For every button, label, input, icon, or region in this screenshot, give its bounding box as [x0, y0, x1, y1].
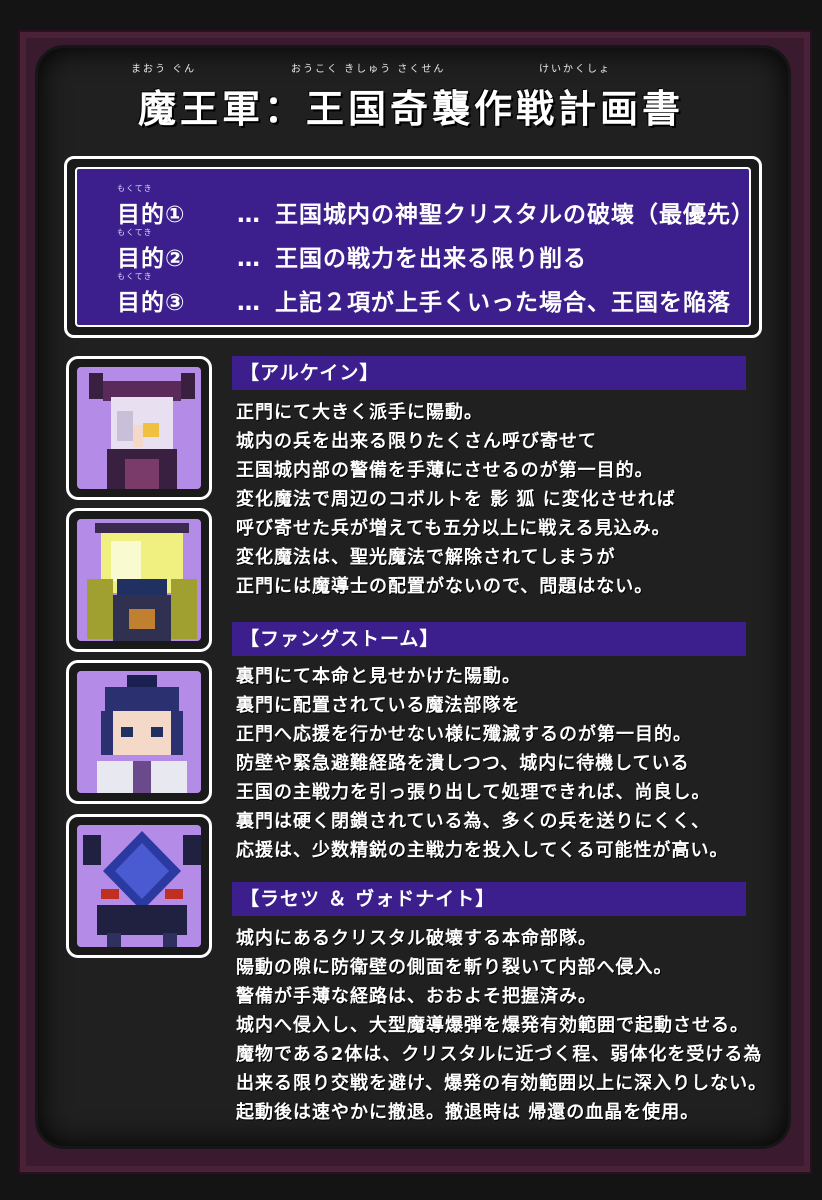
objective-2: 目的② … 王国の戦力を出来る限り削る [117, 239, 587, 273]
title-ruby-2: おうこく きしゅう さくせん [291, 64, 446, 75]
desc-line: 呼び寄せた兵が増えても五分以上に戦える見込み。 [236, 518, 671, 539]
section-body-rasetsu-vodknight: 城内にあるクリスタル破壊する本命部隊。 陽動の隙に防衛壁の側面を斬り裂いて内部へ… [236, 924, 776, 1127]
desc-line: 応援は、少数精鋭の主戦力を投入してくる可能性が高い。 [236, 840, 729, 861]
objectives-inner: もくてき 目的① … 王国城内の神聖クリスタルの破壊（最優先） もくてき 目的② … 王… [75, 167, 754, 327]
desc-line: 城内の兵を出来る限りたくさん呼び寄せて [236, 431, 597, 452]
title-ruby-3: けいかくしょ [539, 64, 611, 75]
objective-label: 目的② [117, 246, 186, 272]
yellow-armored-knight-icon [77, 519, 201, 641]
desc-line: 裏門にて本命と見せかけた陽動。 [236, 666, 521, 687]
desc-line: 魔物である2体は、クリスタルに近づく程、弱体化を受ける為 [236, 1044, 763, 1065]
desc-line: 正門へ応援を行かせない様に殲滅するのが第一目的。 [236, 724, 692, 745]
title-ruby: まおう ぐん おうこく きしゅう さくせん けいかくしょ [131, 60, 691, 75]
desc-line: 正門には魔導士の配置がないので、問題はない。 [236, 576, 654, 597]
objective-dots: … [237, 202, 261, 228]
section-body-arcane: 正門にて大きく派手に陽動。 城内の兵を出来る限りたくさん呼び寄せて 王国城内部の… [236, 398, 776, 601]
portrait-vodknight [66, 814, 212, 958]
desc-line: 陽動の隙に防衛壁の側面を斬り裂いて内部へ侵入。 [236, 957, 673, 978]
objectives-box: もくてき 目的① … 王国城内の神聖クリスタルの破壊（最優先） もくてき 目的② … 王… [64, 156, 762, 338]
section-header-fangstorm: 【ファングストーム】 [232, 622, 746, 656]
blue-haired-girl-icon [77, 671, 201, 793]
section-header-arcane: 【アルケイン】 [232, 356, 746, 390]
section-header-rasetsu-vodknight: 【ラセツ ＆ ヴォドナイト】 [232, 882, 746, 916]
blue-crystal-demon-icon [77, 825, 201, 947]
desc-line: 王国城内部の警備を手薄にさせるのが第一目的。 [236, 460, 654, 481]
objective-text: 王国の戦力を出来る限り削る [275, 246, 587, 272]
portrait-rasetsu [66, 660, 212, 804]
title-block: まおう ぐん おうこく きしゅう さくせん けいかくしょ 魔王軍：王国奇襲作戦計… [0, 60, 822, 133]
objective-3: 目的③ … 上記２項が上手くいった場合、王国を陥落 [117, 283, 731, 317]
objective-1: 目的① … 王国城内の神聖クリスタルの破壊（最優先） [117, 195, 755, 229]
desc-line: 裏門は硬く閉鎖されている為、多くの兵を送りにくく、 [236, 811, 711, 832]
title-ruby-1: まおう ぐん [131, 64, 197, 75]
objective-dots: … [237, 246, 261, 272]
desc-line: 裏門に配置されている魔法部隊を [236, 695, 521, 716]
objective-label: 目的① [117, 202, 186, 228]
desc-line: 防壁や緊急避難経路を潰しつつ、城内に待機している [236, 753, 690, 774]
portrait-fangstorm [66, 508, 212, 652]
objective-ruby-1: もくてき [117, 184, 153, 193]
desc-line: 出来る限り交戦を避け、爆発の有効範囲以上に深入りしない。 [236, 1073, 768, 1094]
desc-line: 正門にて大きく派手に陽動。 [236, 402, 483, 423]
desc-line: 警備が手薄な経路は、おおよそ把握済み。 [236, 986, 597, 1007]
objective-text: 上記２項が上手くいった場合、王国を陥落 [275, 290, 731, 316]
desc-line: 城内へ侵入し、大型魔導爆弾を爆発有効範囲で起動させる。 [236, 1015, 749, 1036]
desc-line: 城内にあるクリスタル破壊する本命部隊。 [236, 928, 597, 949]
white-haired-horned-girl-icon [77, 367, 201, 489]
portrait-arcane [66, 356, 212, 500]
desc-line: 起動後は速やかに撤退。撤退時は 帰還の血晶を使用。 [236, 1102, 700, 1123]
section-body-fangstorm: 裏門にて本命と見せかけた陽動。 裏門に配置されている魔法部隊を 正門へ応援を行か… [236, 662, 776, 865]
objective-dots: … [237, 290, 261, 316]
objective-ruby-3: もくてき [117, 272, 153, 281]
page-title: 魔王軍：王国奇襲作戦計画書 [137, 87, 684, 131]
desc-line: 王国の主戦力を引っ張り出して処理できれば、尚良し。 [236, 782, 711, 803]
objective-text: 王国城内の神聖クリスタルの破壊（最優先） [275, 202, 755, 228]
desc-line: 変化魔法で周辺のコボルトを 影 狐 に変化させれば [236, 489, 676, 510]
objective-ruby-2: もくてき [117, 228, 153, 237]
desc-line: 変化魔法は、聖光魔法で解除されてしまうが [236, 547, 616, 568]
objective-label: 目的③ [117, 290, 186, 316]
